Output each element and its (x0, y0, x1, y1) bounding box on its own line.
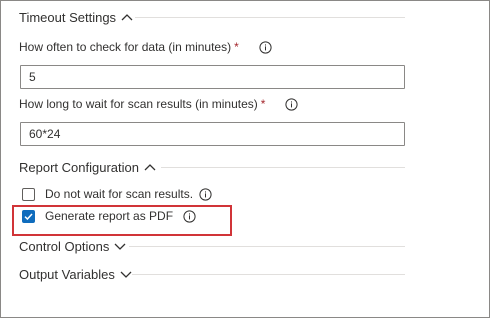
section-divider (161, 167, 405, 168)
section-divider (129, 246, 405, 247)
field-label-text: How long to wait for scan results (in mi… (19, 97, 258, 111)
check-interval-label: How often to check for data (in minutes)… (19, 40, 272, 54)
field-label-text: How often to check for data (in minutes) (19, 40, 232, 54)
scan-wait-input[interactable] (20, 122, 405, 146)
chevron-down-icon (119, 267, 133, 281)
info-icon[interactable] (183, 209, 196, 223)
section-title: Control Options (19, 238, 110, 254)
section-divider (132, 274, 405, 275)
scan-wait-label: How long to wait for scan results (in mi… (19, 97, 299, 111)
section-header-output-variables[interactable]: Output Variables (19, 264, 133, 284)
section-title: Report Configuration (19, 159, 139, 175)
chevron-up-icon (143, 160, 157, 174)
info-icon[interactable] (199, 187, 212, 201)
section-title: Output Variables (19, 266, 115, 282)
required-marker: * (260, 97, 266, 111)
section-header-report-configuration[interactable]: Report Configuration (19, 157, 157, 177)
info-icon[interactable] (285, 97, 299, 111)
section-divider (135, 17, 405, 18)
checkmark-icon (24, 212, 33, 220)
pdf-checkbox[interactable] (22, 209, 35, 223)
section-header-control-options[interactable]: Control Options (19, 236, 127, 256)
checkbox-label: Generate report as PDF (45, 209, 174, 223)
required-marker: * (234, 40, 239, 54)
no-wait-checkbox[interactable] (22, 187, 35, 201)
info-icon[interactable] (259, 40, 272, 54)
section-header-timeout-settings[interactable]: Timeout Settings (19, 7, 134, 27)
chevron-down-icon (113, 239, 127, 253)
pdf-checkbox-row[interactable]: Generate report as PDF (22, 209, 196, 223)
check-interval-input[interactable] (20, 65, 405, 89)
settings-panel: Timeout Settings How often to check for … (0, 0, 490, 318)
no-wait-checkbox-row[interactable]: Do not wait for scan results. (22, 187, 212, 201)
chevron-up-icon (120, 10, 134, 24)
checkbox-label: Do not wait for scan results. (45, 187, 194, 201)
section-title: Timeout Settings (19, 9, 117, 25)
